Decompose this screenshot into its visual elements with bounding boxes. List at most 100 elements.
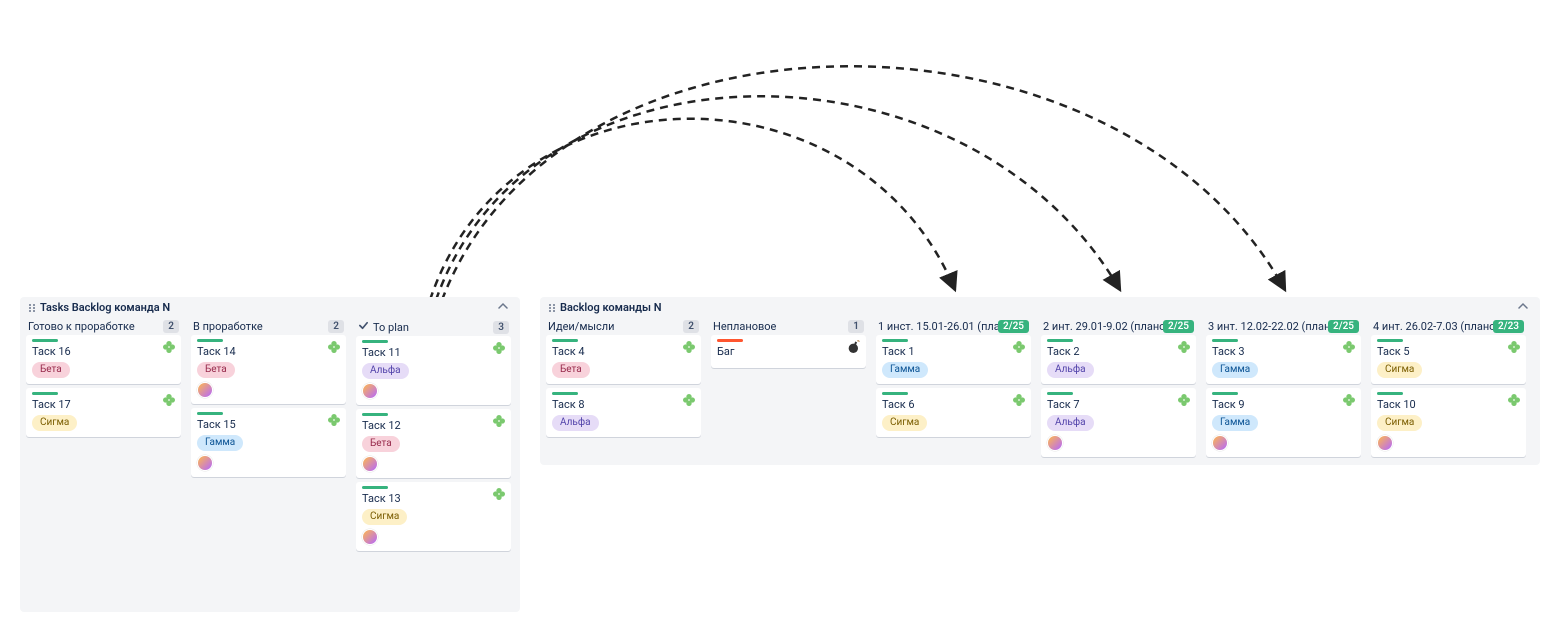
card-status-bar	[1377, 339, 1403, 342]
task-card[interactable]: Таск 6Сигма	[876, 388, 1031, 437]
card-list: Таск 14БетаТаск 15Гамма	[187, 335, 350, 481]
column-count: 3	[493, 321, 509, 334]
card-tag: Гамма	[1212, 362, 1258, 378]
clover-icon	[326, 339, 342, 355]
column-header[interactable]: To plan 3	[352, 316, 515, 336]
clover-icon	[161, 339, 177, 355]
assignee-avatar[interactable]	[362, 456, 378, 472]
column: Идеи/мысли2Таск 4БетаТаск 8Альфа	[542, 316, 705, 461]
chevron-up-icon[interactable]	[1514, 301, 1532, 314]
card-title: Таск 11	[362, 346, 505, 359]
card-status-bar	[1377, 392, 1403, 395]
task-card[interactable]: Таск 16Бета	[26, 335, 181, 384]
task-card[interactable]: Таск 9Гамма	[1206, 388, 1361, 457]
card-title: Таск 12	[362, 419, 505, 432]
column-header[interactable]: 4 инт. 26.02-7.03 (плановое)2/23	[1367, 316, 1530, 335]
card-list: Таск 16БетаТаск 17Сигма	[22, 335, 185, 441]
card-status-bar	[1212, 392, 1238, 395]
column-header[interactable]: 2 инт. 29.01-9.02 (плановое)2/25	[1037, 316, 1200, 335]
clover-icon	[161, 392, 177, 408]
task-card[interactable]: Таск 3Гамма	[1206, 335, 1361, 384]
task-card[interactable]: Таск 2 Альфа	[1041, 335, 1196, 384]
assignee-avatar[interactable]	[1377, 435, 1393, 451]
assignee-avatar[interactable]	[362, 383, 378, 399]
assignee-avatar[interactable]	[1212, 435, 1228, 451]
card-list: Баг	[707, 335, 870, 372]
bomb-icon	[846, 339, 862, 355]
column-header[interactable]: Неплановое1	[707, 316, 870, 335]
card-status-bar	[552, 339, 578, 342]
card-tag: Сигма	[882, 415, 927, 431]
column-count: 1	[848, 320, 864, 333]
column: 2 инт. 29.01-9.02 (плановое)2/25 Таск 2 Ал…	[1037, 316, 1200, 461]
card-list: Таск 1 Гамма Таск 6Сигма	[872, 335, 1035, 441]
drag-handle-icon[interactable]	[28, 303, 36, 313]
card-tag: Гамма	[882, 362, 928, 378]
board-header[interactable]: Backlog команды N	[540, 297, 1540, 316]
column: Неплановое1Баг	[707, 316, 870, 461]
column: 4 инт. 26.02-7.03 (плановое)2/23Таск 5Си…	[1367, 316, 1530, 461]
card-tag: Бета	[362, 436, 400, 452]
card-title: Таск 14	[197, 345, 340, 358]
card-status-bar	[1047, 392, 1073, 395]
column: В проработке2Таск 14БетаТаск 15Гамма	[187, 316, 350, 555]
column-header[interactable]: 1 инст. 15.01-26.01 (плановое)2/25	[872, 316, 1035, 335]
task-card[interactable]: Таск 7Альфа	[1041, 388, 1196, 457]
board-header[interactable]: Tasks Backlog команда N	[20, 297, 520, 316]
task-card[interactable]: Таск 11Альфа	[356, 336, 511, 405]
column-count: 2/25	[1163, 320, 1194, 333]
assignee-avatar[interactable]	[1047, 435, 1063, 451]
card-title: Таск 13	[362, 492, 505, 505]
clover-icon	[491, 340, 507, 356]
card-tag: Сигма	[1377, 415, 1422, 431]
task-card[interactable]: Таск 5Сигма	[1371, 335, 1526, 384]
card-tag: Сигма	[32, 415, 77, 431]
task-card[interactable]: Таск 4Бета	[546, 335, 701, 384]
task-card[interactable]: Таск 13 Сигма	[356, 482, 511, 551]
assignee-avatar[interactable]	[197, 382, 213, 398]
card-title: Таск 1	[882, 345, 1025, 358]
column: To plan 3 Таск 11Альфа Таск 12 Бета Таск 13 Си…	[352, 316, 515, 555]
check-icon	[358, 320, 369, 334]
column-count: 2/25	[998, 320, 1029, 333]
canvas: Tasks Backlog команда N Готово к прорабо…	[0, 0, 1560, 643]
task-card[interactable]: Баг	[711, 335, 866, 368]
task-card[interactable]: Таск 12 Бета	[356, 409, 511, 478]
clover-icon	[1341, 339, 1357, 355]
clover-icon	[491, 413, 507, 429]
drag-handle-icon[interactable]	[548, 303, 556, 313]
card-tag: Сигма	[362, 509, 407, 525]
column-header[interactable]: Идеи/мысли2	[542, 316, 705, 335]
board-columns: Готово к проработке2Таск 16БетаТаск 17Си…	[20, 316, 520, 559]
card-list: Таск 2АльфаТаск 7Альфа	[1037, 335, 1200, 461]
card-title: Таск 16	[32, 345, 175, 358]
task-card[interactable]: Таск 17Сигма	[26, 388, 181, 437]
clover-icon	[1341, 392, 1357, 408]
column-title: 1 инст. 15.01-26.01 (плановое)	[878, 320, 998, 333]
card-tag: Альфа	[1047, 362, 1094, 378]
assignee-avatar[interactable]	[197, 455, 213, 471]
card-status-bar	[362, 340, 388, 343]
column-header[interactable]: 3 инт. 12.02-22.02 (плановое)2/25	[1202, 316, 1365, 335]
card-status-bar	[362, 413, 388, 416]
column-title: To plan	[373, 321, 409, 334]
clover-icon	[326, 412, 342, 428]
chevron-up-icon[interactable]	[494, 301, 512, 314]
task-card[interactable]: Таск 15Гамма	[191, 408, 346, 477]
board-title: Tasks Backlog команда N	[40, 301, 170, 314]
card-list: Таск 4БетаТаск 8Альфа	[542, 335, 705, 441]
clover-icon	[681, 392, 697, 408]
task-card[interactable]: Таск 14Бета	[191, 335, 346, 404]
column-header[interactable]: Готово к проработке2	[22, 316, 185, 335]
card-title: Таск 2	[1047, 345, 1190, 358]
task-card[interactable]: Таск 10Сигма	[1371, 388, 1526, 457]
assignee-avatar[interactable]	[362, 529, 378, 545]
card-title: Таск 9	[1212, 398, 1355, 411]
column-count: 2	[683, 320, 699, 333]
task-card[interactable]: Таск 1 Гамма	[876, 335, 1031, 384]
task-card[interactable]: Таск 8Альфа	[546, 388, 701, 437]
card-tag: Альфа	[1047, 415, 1094, 431]
clover-icon	[1011, 339, 1027, 355]
column: 3 инт. 12.02-22.02 (плановое)2/25Таск 3Г…	[1202, 316, 1365, 461]
column-header[interactable]: В проработке2	[187, 316, 350, 335]
